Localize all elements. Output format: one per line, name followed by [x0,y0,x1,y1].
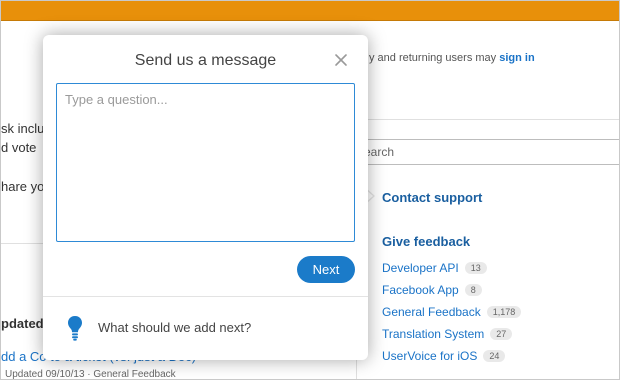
signin-notice: y and returning users may sign in [369,52,535,64]
send-message-modal: Send us a message Next What should we ad… [43,35,368,360]
recent-idea-meta: Updated 09/10/13 · General Feedback [5,369,176,380]
give-feedback-heading: Give feedback [382,234,471,249]
signin-link[interactable]: sign in [499,52,534,64]
body-text-snippet: d vote [1,140,37,155]
close-icon[interactable] [331,50,351,70]
question-input[interactable] [56,83,355,242]
next-button[interactable]: Next [297,256,355,283]
forum-count-badge: 24 [483,350,506,362]
body-text-snippet: hare yo [1,179,45,194]
forum-label: UserVoice for iOS [382,349,478,363]
suggest-idea-link[interactable]: What should we add next? [98,320,251,335]
forum-count-badge: 13 [464,262,487,274]
feedback-forum-list: Developer API 13 Facebook App 8 General … [382,257,522,367]
divider [43,296,368,297]
lightbulb-icon [67,315,83,341]
forum-label: Developer API [382,261,459,275]
modal-title: Send us a message [134,52,277,69]
recently-updated-heading: pdated [1,316,44,331]
forum-label: Facebook App [382,283,459,297]
forum-label: Translation System [382,327,485,341]
search-input[interactable]: earch [357,139,619,165]
forum-item[interactable]: Facebook App 8 [382,279,521,301]
forum-item[interactable]: General Feedback 1,178 [382,301,522,323]
body-text-snippet: sk inclu [1,121,45,136]
forum-count-badge: 27 [490,328,513,340]
forum-item[interactable]: Translation System 27 [382,323,521,345]
forum-item[interactable]: UserVoice for iOS 24 [382,345,521,367]
forum-count-badge: 8 [464,284,482,296]
forum-count-badge: 1,178 [486,306,522,318]
divider [357,119,619,120]
top-header-bar [1,1,619,21]
browser-viewport: y and returning users may sign in earch … [0,0,620,380]
contact-support-link[interactable]: Contact support [382,190,482,205]
signin-notice-text: y and returning users may [369,52,497,64]
forum-item[interactable]: Developer API 13 [382,257,521,279]
forum-label: General Feedback [382,305,481,319]
